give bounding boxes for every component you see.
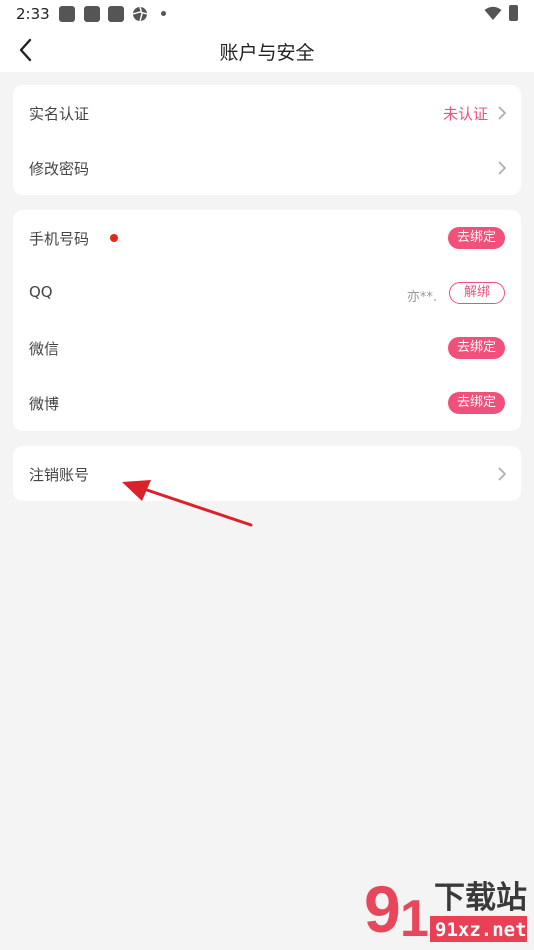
status-bar: 2:33 [0,0,534,28]
delete-account-label: 注销账号 [29,466,90,484]
weibo-row: 微博 去绑定 [13,375,521,430]
svg-text:91xz.net: 91xz.net [435,919,527,941]
weibo-label: 微博 [29,395,60,413]
notification-icon [59,6,75,22]
phone-label: 手机号码 [29,230,90,248]
bindings-card: 手机号码 去绑定 QQ 亦**. 解绑 微信 去绑定 微博 去绑定 [13,210,521,431]
bind-weibo-button[interactable]: 去绑定 [447,392,505,414]
notice-dot [110,234,118,242]
realname-row[interactable]: 实名认证 未认证 [13,85,521,140]
password-row[interactable]: 修改密码 [13,140,521,195]
chevron-right-icon [498,106,507,120]
delete-account-row[interactable]: 注销账号 [13,446,521,501]
password-label: 修改密码 [29,160,90,178]
nav-bar: 账户与安全 [0,28,534,72]
wechat-row: 微信 去绑定 [13,320,521,375]
account-card: 注销账号 [13,446,521,501]
watermark-logo-icon: 9 1 下载站 91xz.net [364,872,527,948]
wifi-icon [484,6,502,20]
bind-phone-button[interactable]: 去绑定 [447,227,505,249]
qq-label: QQ [29,283,53,301]
realname-label: 实名认证 [29,105,90,123]
notification-icon [108,6,124,22]
identity-card: 实名认证 未认证 修改密码 [13,85,521,195]
realname-status: 未认证 [442,105,488,123]
more-notifications-icon [161,11,166,16]
chevron-right-icon [498,467,507,481]
chevron-right-icon [498,161,507,175]
bind-wechat-button[interactable]: 去绑定 [447,337,505,359]
qq-account-name: 亦**. [406,290,437,305]
qq-row: QQ 亦**. 解绑 [13,265,521,320]
aperture-icon [132,6,148,22]
battery-icon [509,5,518,21]
page-title: 账户与安全 [219,42,315,64]
notification-icon [84,6,100,22]
unbind-qq-button[interactable]: 解绑 [448,282,505,304]
svg-text:下载站: 下载站 [434,880,527,916]
wechat-label: 微信 [29,340,60,358]
annotation-arrow-icon [122,480,253,527]
svg-text:1: 1 [400,890,429,948]
svg-text:9: 9 [364,872,401,946]
phone-row: 手机号码 去绑定 [13,210,521,265]
status-time: 2:33 [16,5,50,23]
